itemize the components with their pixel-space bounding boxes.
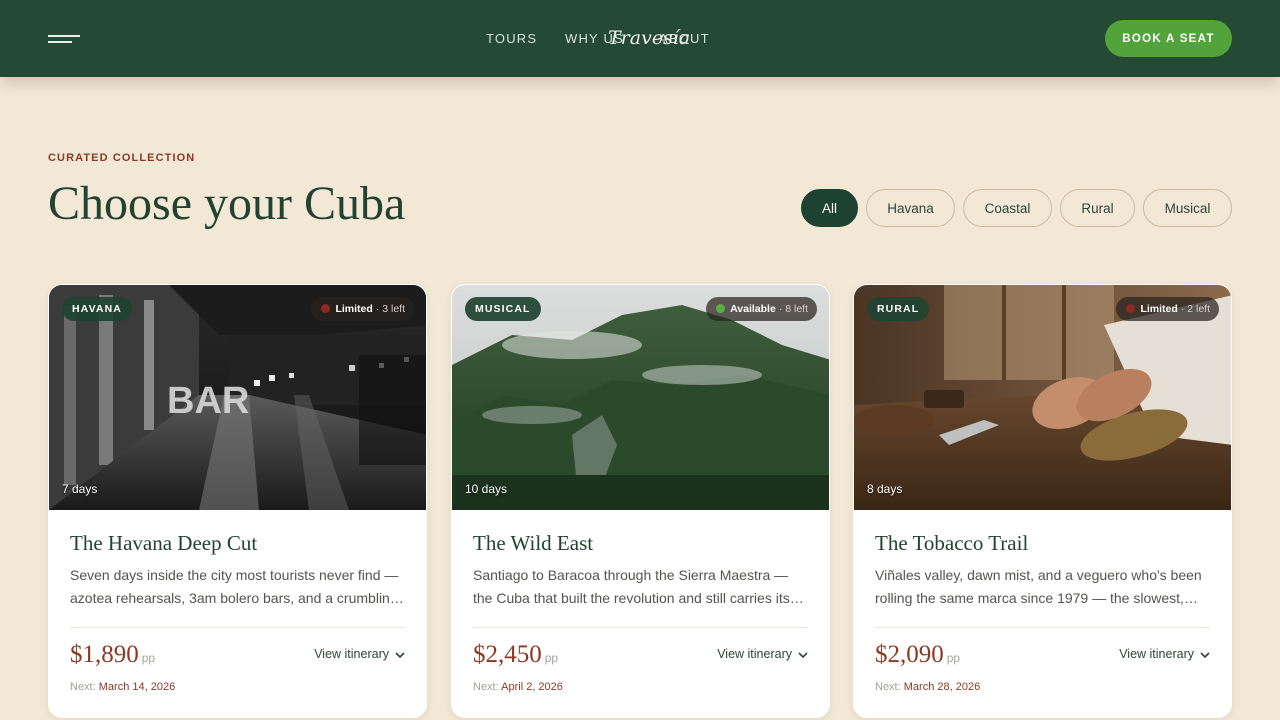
category-tag: RURAL — [867, 297, 930, 321]
status-dot-icon — [716, 304, 726, 313]
tour-price: $2,090 pp — [875, 641, 960, 669]
chevron-down-icon — [1200, 652, 1210, 659]
tour-title[interactable]: The Tobacco Trail — [875, 531, 1028, 556]
availability-status: Limited — [1140, 303, 1178, 315]
tour-description: Santiago to Baracoa through the Sierra M… — [473, 567, 790, 606]
chevron-down-icon — [395, 652, 405, 659]
availability-badge: Available · 8 left — [706, 297, 817, 321]
next-label: Next: — [875, 681, 901, 693]
tour-card[interactable]: MUSICAL Available · 8 left 10 days The Wi… — [451, 284, 830, 718]
next-departure: Next: March 28, 2026 — [875, 681, 980, 693]
tour-description: Viñales valley, dawn mist, and a veguero… — [875, 567, 1202, 606]
next-label: Next: — [70, 681, 96, 693]
availability-badge: Limited · 2 left — [1116, 297, 1219, 321]
site-header: TOURS WHY US ABOUT Travesía BOOK A SEAT — [0, 0, 1280, 77]
tour-duration: 7 days — [62, 482, 98, 496]
status-dot-icon — [1126, 304, 1136, 313]
tour-description: Seven days inside the city most tourists… — [70, 567, 399, 606]
next-date: March 28, 2026 — [903, 681, 981, 693]
page-title: Choose your Cuba — [48, 177, 406, 230]
next-label: Next: — [473, 681, 499, 693]
category-tag: MUSICAL — [465, 297, 541, 321]
tour-duration: 10 days — [465, 482, 508, 496]
svg-text:BAR: BAR — [167, 380, 249, 422]
status-dot-icon — [321, 304, 331, 313]
price-unit: pp — [946, 651, 961, 665]
nav-link-tours[interactable]: TOURS — [486, 31, 537, 46]
tour-card[interactable]: RURAL Limited · 2 left 8 days The Tobacco… — [853, 284, 1232, 718]
filter-chip-rural[interactable]: Rural — [1060, 189, 1135, 227]
seats-left: · 3 left — [375, 303, 405, 315]
tour-card[interactable]: BAR HAVANA Limited · 3 left 7 days The Ha… — [48, 284, 427, 718]
view-itinerary-button[interactable]: View itinerary — [717, 647, 808, 661]
next-departure: Next: April 2, 2026 — [473, 681, 563, 693]
view-itinerary-label: View itinerary — [1119, 647, 1194, 661]
price-unit: pp — [544, 651, 559, 665]
price-amount: $1,890 — [70, 641, 139, 668]
availability-status: Limited — [335, 303, 373, 315]
menu-line-icon — [48, 35, 80, 37]
next-departure: Next: March 14, 2026 — [70, 681, 175, 693]
filter-chip-all[interactable]: All — [801, 189, 858, 227]
availability-status: Available — [730, 303, 776, 315]
card-divider — [875, 627, 1210, 628]
tour-duration: 8 days — [867, 482, 903, 496]
filter-chip-coastal[interactable]: Coastal — [963, 189, 1052, 227]
tour-title[interactable]: The Wild East — [473, 531, 593, 556]
chevron-down-icon — [798, 652, 808, 659]
book-a-seat-button[interactable]: BOOK A SEAT — [1105, 20, 1232, 57]
card-divider — [473, 627, 808, 628]
view-itinerary-label: View itinerary — [314, 647, 389, 661]
section-eyebrow: CURATED COLLECTION — [48, 152, 196, 164]
menu-icon[interactable] — [48, 30, 82, 46]
availability-badge: Limited · 3 left — [311, 297, 414, 321]
seats-left: · 2 left — [1180, 303, 1210, 315]
seats-left: · 8 left — [778, 303, 808, 315]
menu-line-icon — [48, 41, 72, 43]
tour-price: $1,890 pp — [70, 641, 155, 669]
site-logo[interactable]: Travesía — [608, 27, 690, 49]
next-date: March 14, 2026 — [98, 681, 176, 693]
tour-title[interactable]: The Havana Deep Cut — [70, 531, 257, 556]
card-divider — [70, 627, 405, 628]
price-amount: $2,450 — [473, 641, 542, 668]
price-unit: pp — [141, 651, 156, 665]
category-tag: HAVANA — [62, 297, 132, 321]
filter-chip-musical[interactable]: Musical — [1143, 189, 1232, 227]
price-amount: $2,090 — [875, 641, 944, 668]
filter-chip-havana[interactable]: Havana — [866, 189, 955, 227]
tour-price: $2,450 pp — [473, 641, 558, 669]
view-itinerary-button[interactable]: View itinerary — [314, 647, 405, 661]
view-itinerary-label: View itinerary — [717, 647, 792, 661]
next-date: April 2, 2026 — [501, 681, 563, 693]
view-itinerary-button[interactable]: View itinerary — [1119, 647, 1210, 661]
